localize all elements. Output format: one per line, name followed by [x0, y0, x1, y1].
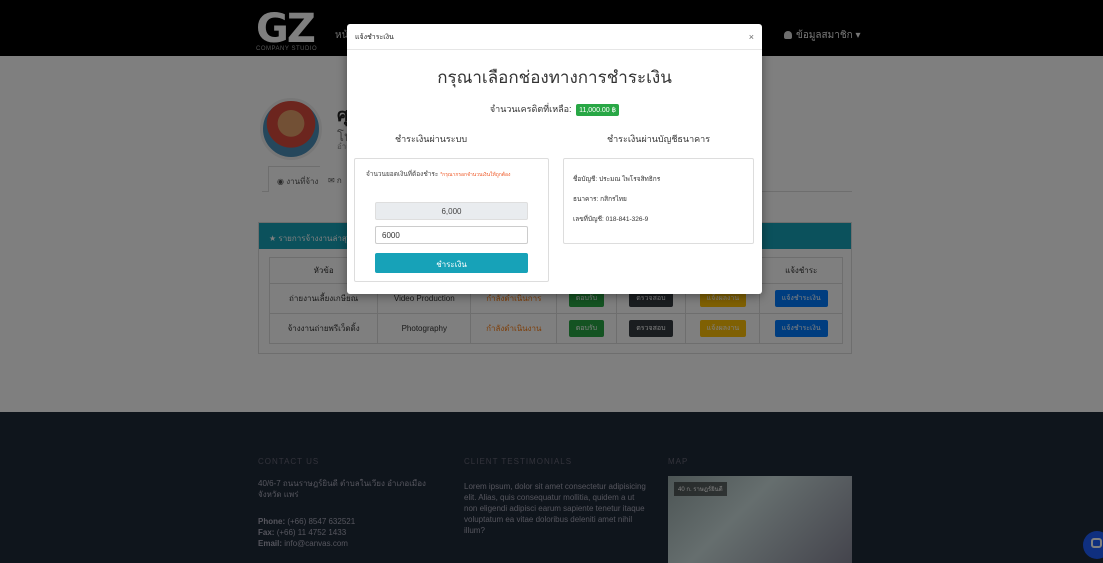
system-payment-title: ชำระเงินผ่านระบบ — [395, 134, 468, 144]
close-icon[interactable]: × — [749, 32, 754, 42]
pay-button[interactable]: ชำระเงิน — [375, 253, 528, 273]
credit-balance: จำนวนเครดิตที่เหลือ: 11,000.00 ฿ — [347, 102, 762, 116]
modal-header: แจ้งชำระเงิน × — [347, 24, 762, 50]
account-number: เลขที่บัญชี: 018-841-326-9 — [573, 216, 649, 223]
amount-label: จำนวนยอดเงินที่ต้องชำระ *กรุณากรอกจำนวนเ… — [366, 169, 511, 179]
amount-label-text: จำนวนยอดเงินที่ต้องชำระ — [366, 171, 439, 178]
modal-header-title: แจ้งชำระเงิน — [355, 34, 394, 41]
bank-name: ธนาคาร: กสิกรไทย — [573, 196, 627, 203]
bank-payment-title: ชำระเงินผ่านบัญชีธนาคาร — [607, 134, 711, 144]
account-name: ชื่อบัญชี: ประมณ ไพโรจสิทธิกร — [573, 176, 661, 183]
amount-note: *กรุณากรอกจำนวนเงินให้ถูกต้อง — [440, 172, 511, 178]
payment-modal: แจ้งชำระเงิน × กรุณาเลือกช่องทางการชำระเ… — [347, 24, 762, 294]
modal-title: กรุณาเลือกช่องทางการชำระเงิน — [437, 68, 672, 87]
credit-label: จำนวนเครดิตที่เหลือ: — [489, 104, 572, 114]
amount-input[interactable] — [375, 226, 528, 244]
credit-badge: 11,000.00 ฿ — [576, 104, 620, 116]
amount-display: 6,000 — [375, 202, 528, 220]
